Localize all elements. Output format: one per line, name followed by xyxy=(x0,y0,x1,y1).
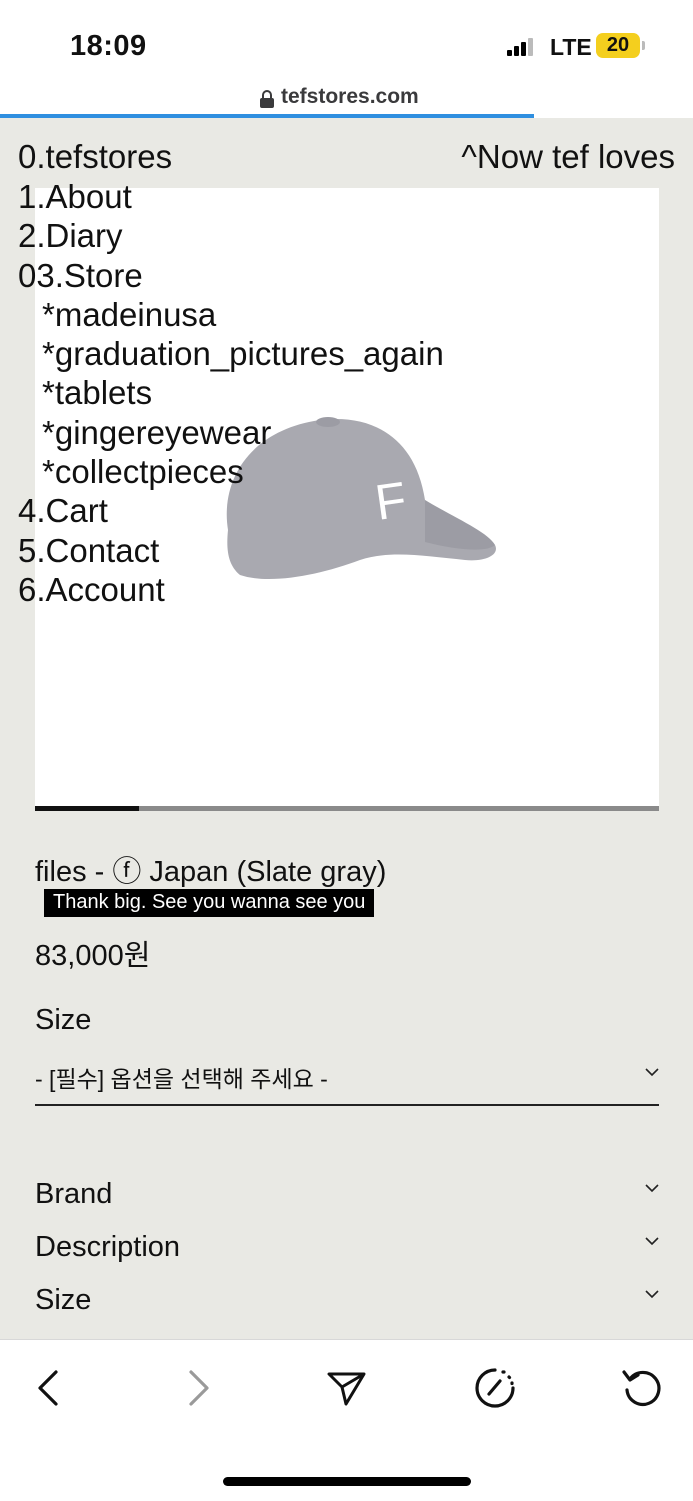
status-bar: 18:09 LTE 20 xyxy=(0,0,693,80)
menu-item-store[interactable]: 03.Store xyxy=(18,256,444,295)
status-time: 18:09 xyxy=(70,30,147,62)
chevron-down-icon xyxy=(645,1068,659,1077)
product-note-badge: Thank big. See you wanna see you xyxy=(44,889,375,917)
page-load-progress-fill xyxy=(0,114,534,118)
gallery-slider-thumb[interactable] xyxy=(35,806,140,811)
size-select-value: - [필수] 옵션을 선택해 주세요 - xyxy=(35,1066,328,1092)
forward-icon[interactable] xyxy=(176,1366,220,1410)
battery-icon: 20 xyxy=(596,33,640,58)
back-icon[interactable] xyxy=(27,1366,71,1410)
share-icon[interactable] xyxy=(324,1366,368,1410)
menu-subitem-gingereyewear[interactable]: *gingereyewear xyxy=(18,413,444,452)
carrier-label: LTE xyxy=(550,34,592,60)
product-price: 83,000원 xyxy=(35,940,151,972)
accordion-description[interactable]: Description xyxy=(35,1231,659,1271)
accordion-brand[interactable]: Brand xyxy=(35,1178,659,1218)
chevron-down-icon xyxy=(645,1184,659,1193)
battery-cap xyxy=(642,41,645,50)
menu-subitem-madeinusa[interactable]: *madeinusa xyxy=(18,295,444,334)
reload-icon[interactable] xyxy=(620,1366,664,1410)
signal-icon xyxy=(507,38,535,56)
page-load-progress xyxy=(0,114,693,118)
size-select[interactable]: - [필수] 옵션을 선택해 주세요 - xyxy=(35,1058,659,1106)
menu-item-account[interactable]: 6.Account xyxy=(18,570,444,609)
lock-icon xyxy=(260,90,274,108)
home-indicator[interactable] xyxy=(223,1477,471,1486)
accordion-size[interactable]: Size xyxy=(35,1284,659,1324)
accordion-size-label: Size xyxy=(35,1284,92,1316)
url-text[interactable]: tefstores.com xyxy=(281,85,419,109)
menu-item-cart[interactable]: 4.Cart xyxy=(18,491,444,530)
site-logo[interactable]: 0.tefstores xyxy=(18,138,172,176)
header-tagline-link[interactable]: ^Now tef loves xyxy=(461,138,675,176)
menu-item-about[interactable]: 1.About xyxy=(18,177,444,216)
menu-subitem-collectpieces[interactable]: *collectpieces xyxy=(18,452,444,491)
menu-item-contact[interactable]: 5.Contact xyxy=(18,531,444,570)
accordion-description-label: Description xyxy=(35,1231,181,1263)
menu-subitem-tablets[interactable]: *tablets xyxy=(18,373,444,412)
menu-item-diary[interactable]: 2.Diary xyxy=(18,216,444,255)
product-title: files - ⓕ Japan (Slate gray) xyxy=(35,856,387,888)
size-option-label: Size xyxy=(35,1004,92,1036)
chevron-down-icon xyxy=(645,1237,659,1246)
speed-icon[interactable] xyxy=(473,1366,517,1410)
menu-subitem-graduation-pictures-again[interactable]: *graduation_pictures_again xyxy=(18,334,444,373)
site-menu: 1.About 2.Diary 03.Store *madeinusa *gra… xyxy=(18,177,444,609)
gallery-slider-track[interactable] xyxy=(35,806,659,811)
address-bar[interactable]: tefstores.com xyxy=(0,80,693,116)
accordion-brand-label: Brand xyxy=(35,1178,113,1210)
chevron-down-icon xyxy=(645,1290,659,1299)
